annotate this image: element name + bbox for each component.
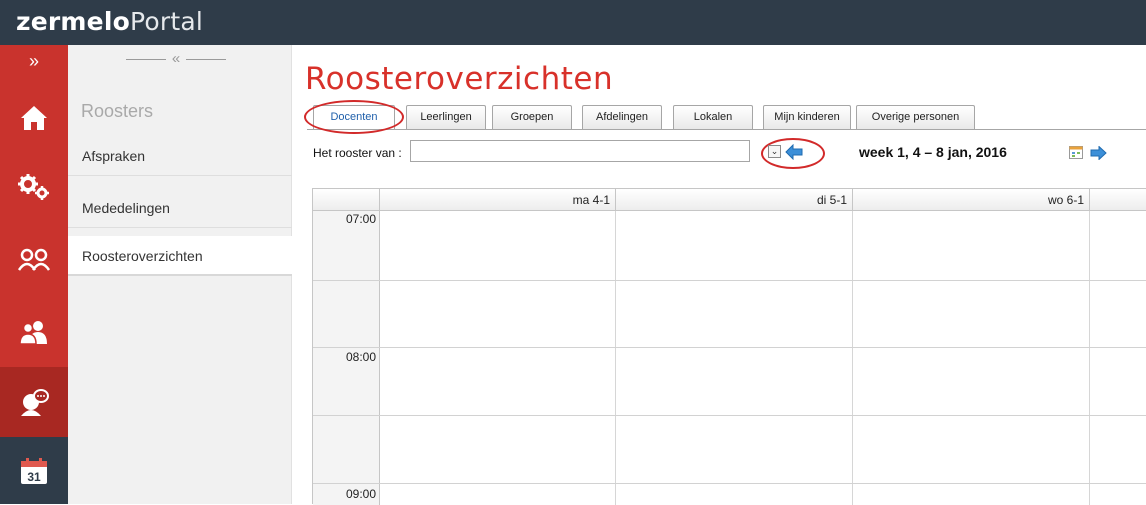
rooster-dropdown-button[interactable]: ⌄	[768, 145, 781, 158]
day-header-tue: di 5-1	[616, 189, 853, 211]
calendar-day-number: 31	[27, 470, 41, 484]
day-header-wed: wo 6-1	[853, 189, 1090, 211]
brand-part-2: Portal	[130, 7, 204, 36]
tab-underline	[307, 129, 1146, 130]
chevron-down-icon: ⌄	[770, 146, 779, 156]
calendar-icon: 31	[21, 457, 47, 484]
calendar-nav-item[interactable]: 31	[0, 437, 68, 504]
day-header-mon: ma 4-1	[380, 189, 616, 211]
week-label: week 1, 4 – 8 jan, 2016	[859, 144, 1007, 160]
tab-groepen[interactable]: Groepen	[492, 105, 572, 129]
tab-mijn-kinderen[interactable]: Mijn kinderen	[763, 105, 851, 129]
group-nav-item[interactable]	[0, 297, 68, 367]
sidebar-item-mededelingen[interactable]: Mededelingen	[68, 188, 292, 228]
sidebar-item-afspraken[interactable]: Afspraken	[68, 136, 292, 176]
gears-icon	[18, 174, 49, 200]
students-nav-item[interactable]	[0, 225, 68, 295]
day-column-tue[interactable]	[616, 211, 853, 505]
tab-lokalen[interactable]: Lokalen	[673, 105, 753, 129]
rooster-search-input[interactable]	[410, 140, 750, 162]
people-icon	[17, 248, 51, 271]
icon-rail: » 31	[0, 45, 68, 504]
main-content: Roosteroverzichten Docenten Leerlingen G…	[293, 45, 1146, 505]
calendar-picker-icon[interactable]	[1069, 146, 1083, 159]
half-hour-line	[313, 415, 1146, 416]
messages-nav-item[interactable]	[0, 367, 68, 437]
collapse-sidebar-button[interactable]: «	[166, 49, 186, 69]
grid-corner	[313, 189, 380, 211]
half-hour-line	[313, 280, 1146, 281]
arrow-left-icon[interactable]	[785, 144, 803, 160]
time-label-0900: 09:00	[345, 487, 376, 501]
annotation-circle-tab	[304, 100, 404, 134]
time-column: 07:00 08:00 09:00	[313, 211, 380, 505]
home-icon	[21, 106, 47, 130]
expand-rail-button[interactable]: »	[0, 45, 68, 79]
brand-logo[interactable]: zermeloPortal	[16, 7, 203, 36]
brand-part-1: zermelo	[16, 7, 130, 36]
group-icon	[19, 321, 47, 344]
top-bar: zermeloPortal	[0, 0, 1146, 45]
grid-header: ma 4-1 di 5-1 wo 6-1	[313, 189, 1146, 211]
tab-leerlingen[interactable]: Leerlingen	[406, 105, 486, 129]
chat-icon	[21, 389, 49, 416]
settings-nav-item[interactable]	[0, 153, 68, 223]
sidebar-item-roosteroverzichten[interactable]: Roosteroverzichten	[68, 236, 292, 276]
page-title: Roosteroverzichten	[305, 61, 614, 97]
sidebar-section-title: Roosters	[81, 101, 154, 121]
arrow-right-icon[interactable]	[1090, 146, 1107, 160]
schedule-grid: ma 4-1 di 5-1 wo 6-1 07:00 08:00 09:00	[312, 188, 1146, 505]
hour-line	[313, 483, 1146, 484]
home-nav-item[interactable]	[0, 83, 68, 153]
hour-line	[313, 347, 1146, 348]
sub-sidebar: « Roosters Afspraken Mededelingen Rooste…	[68, 45, 292, 504]
tab-afdelingen[interactable]: Afdelingen	[582, 105, 662, 129]
day-column-mon[interactable]	[380, 211, 616, 505]
time-label-0800: 08:00	[345, 350, 376, 364]
day-column-wed[interactable]	[853, 211, 1090, 505]
rooster-van-label: Het rooster van :	[313, 146, 402, 160]
tab-overige-personen[interactable]: Overige personen	[856, 105, 975, 129]
time-label-0700: 07:00	[345, 212, 376, 226]
